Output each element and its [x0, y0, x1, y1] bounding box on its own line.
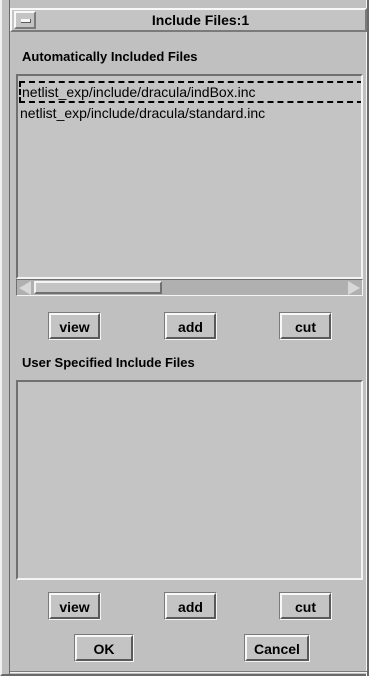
- cancel-button[interactable]: Cancel: [245, 635, 309, 661]
- scroll-right-arrow-icon[interactable]: [348, 281, 360, 295]
- user-view-button[interactable]: view: [49, 593, 100, 619]
- user-specified-label: User Specified Include Files: [22, 355, 195, 370]
- auto-cut-button[interactable]: cut: [280, 313, 331, 339]
- window-menu-icon: [21, 19, 31, 23]
- window-menu-button[interactable]: [14, 11, 36, 29]
- user-specified-list[interactable]: [16, 380, 363, 580]
- horizontal-scrollbar[interactable]: [16, 279, 363, 296]
- auto-view-button[interactable]: view: [49, 313, 100, 339]
- auto-add-button[interactable]: add: [165, 313, 216, 339]
- title-bar[interactable]: Include Files:1: [10, 8, 367, 32]
- window-title: Include Files:1: [151, 12, 250, 28]
- list-item[interactable]: netlist_exp/include/dracula/indBox.inc: [19, 81, 361, 103]
- include-files-window: Include Files:1 Automatically Included F…: [0, 0, 369, 676]
- user-cut-button[interactable]: cut: [280, 593, 331, 619]
- scrollbar-thumb[interactable]: [34, 281, 162, 294]
- auto-included-list[interactable]: netlist_exp/include/dracula/indBox.inc n…: [16, 74, 363, 279]
- user-add-button[interactable]: add: [165, 593, 216, 619]
- bottom-divider: [10, 671, 367, 673]
- ok-button[interactable]: OK: [75, 635, 133, 661]
- scroll-left-arrow-icon[interactable]: [19, 281, 31, 295]
- auto-included-label: Automatically Included Files: [22, 49, 198, 64]
- list-item[interactable]: netlist_exp/include/dracula/standard.inc: [20, 103, 265, 125]
